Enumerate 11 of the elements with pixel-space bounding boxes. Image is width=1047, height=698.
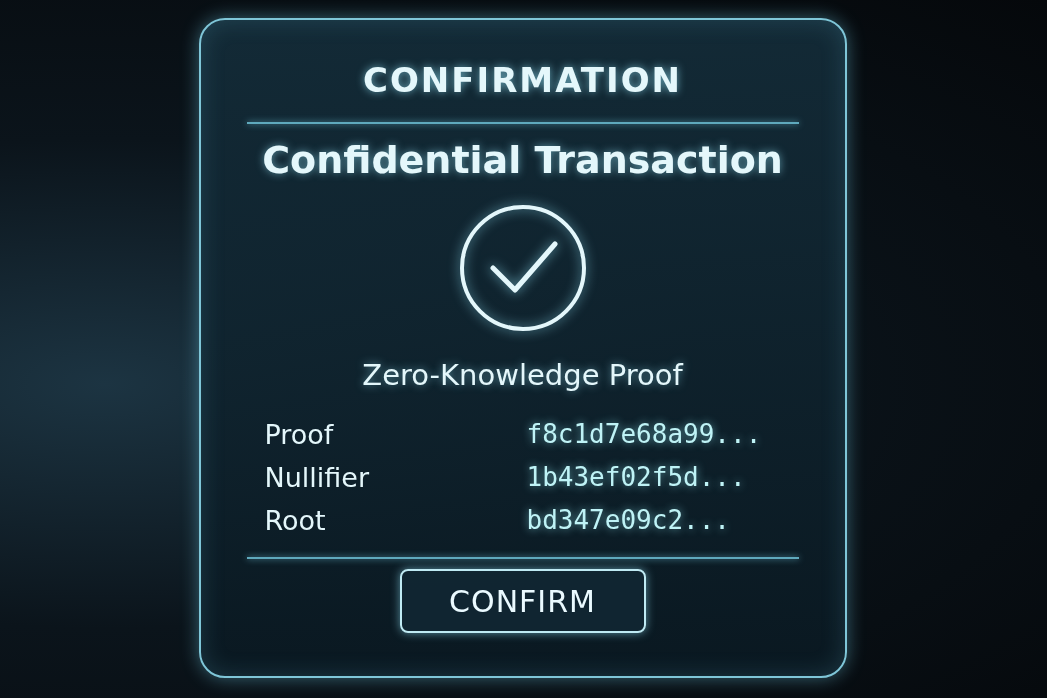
panel-title: CONFIRMATION: [362, 60, 683, 100]
proof-subtitle: Zero-Knowledge Proof: [362, 358, 683, 392]
field-label: Proof: [264, 418, 335, 452]
field-label: Nullifier: [264, 461, 371, 495]
checkmark-icon: [458, 204, 587, 332]
field-label: Root: [264, 504, 327, 538]
confirm-button[interactable]: CONFIRM: [399, 569, 646, 633]
hash-value: bd347e09c2...: [526, 504, 731, 537]
transaction-heading: Confidential Transaction: [262, 138, 783, 182]
hash-value: f8c1d7e68a99...: [526, 418, 763, 451]
hash-value: 1b43ef02f5d...: [526, 461, 747, 494]
